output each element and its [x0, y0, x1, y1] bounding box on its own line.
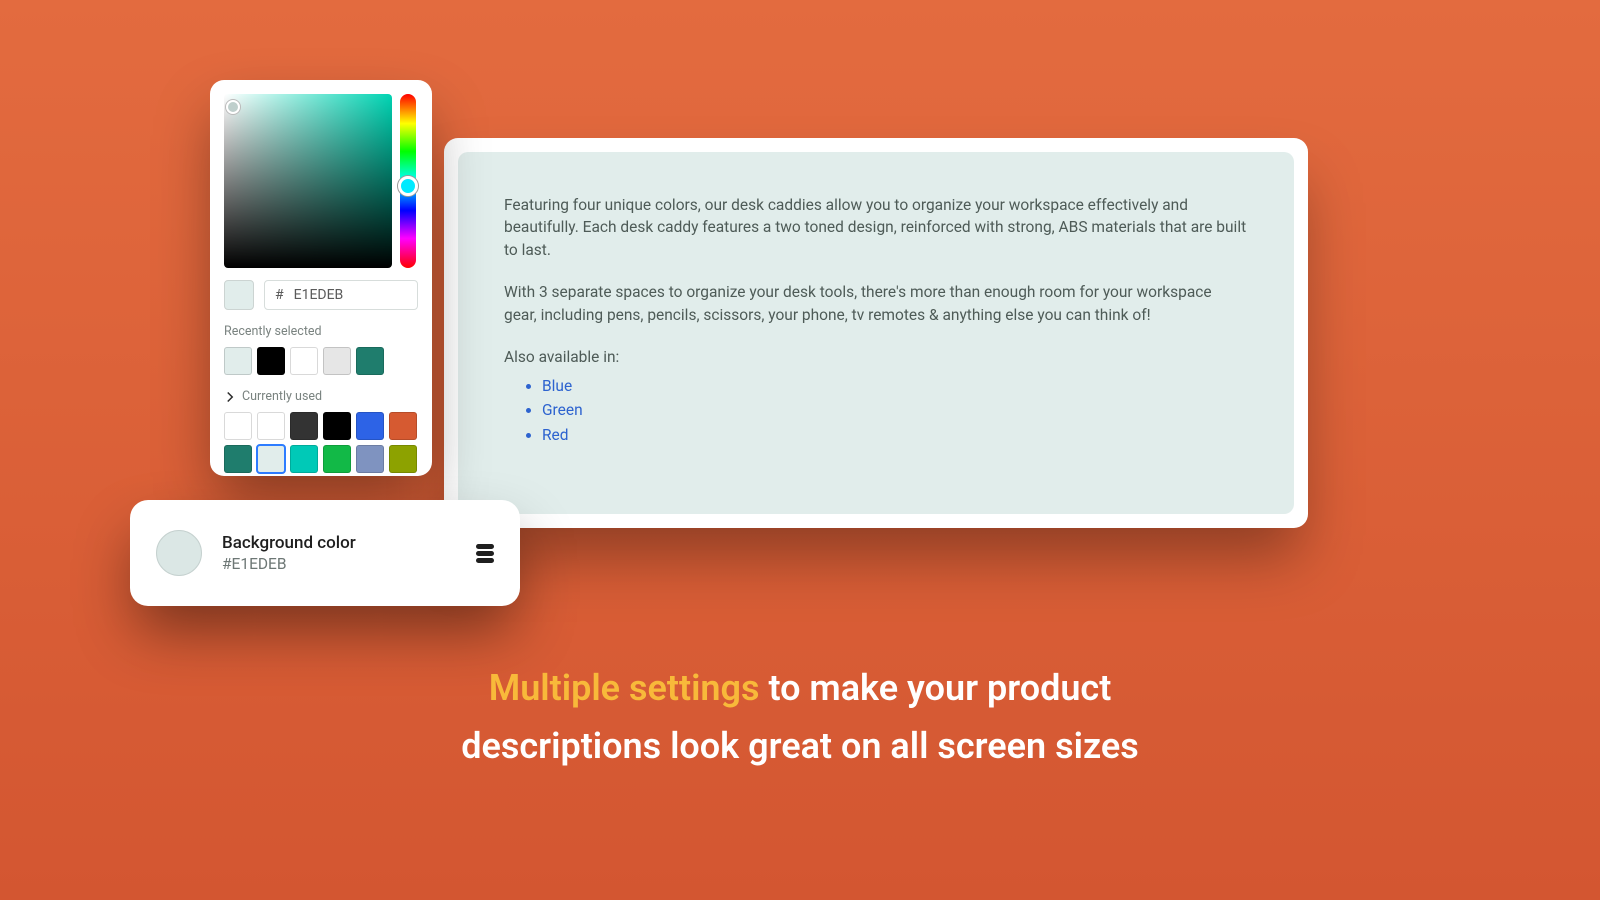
color-swatch[interactable] [389, 445, 417, 473]
currently-used-text: Currently used [242, 389, 322, 404]
color-swatch[interactable] [257, 412, 285, 440]
headline-line2: descriptions look great on all screen si… [0, 718, 1600, 776]
current-color-swatch [224, 280, 254, 310]
setting-title: Background color [222, 533, 456, 553]
also-available-label: Also available in: [504, 346, 1248, 368]
color-swatch[interactable] [257, 347, 285, 375]
color-swatch[interactable] [323, 445, 351, 473]
color-swatch[interactable] [224, 347, 252, 375]
sv-thumb-icon[interactable] [226, 100, 240, 114]
color-swatch[interactable] [323, 412, 351, 440]
saturation-value-canvas[interactable] [224, 94, 392, 268]
color-swatch[interactable] [323, 347, 351, 375]
color-swatch[interactable] [290, 412, 318, 440]
color-swatch[interactable] [389, 412, 417, 440]
paragraph: With 3 separate spaces to organize your … [504, 281, 1248, 326]
color-swatch[interactable] [290, 445, 318, 473]
recently-selected-label: Recently selected [224, 324, 418, 339]
background-color-setting[interactable]: Background color #E1EDEB [130, 500, 520, 606]
currently-used-label[interactable]: Currently used [224, 389, 418, 404]
color-swatch[interactable] [224, 412, 252, 440]
color-swatch[interactable] [356, 347, 384, 375]
paragraph: Featuring four unique colors, our desk c… [504, 194, 1248, 261]
color-swatch[interactable] [290, 347, 318, 375]
color-link[interactable]: Blue [542, 375, 1248, 397]
hue-slider[interactable] [400, 94, 416, 268]
color-swatch[interactable] [356, 412, 384, 440]
hex-input[interactable]: # E1EDEB [264, 280, 418, 310]
hex-prefix: # [275, 287, 284, 303]
marketing-headline: Multiple settings to make your product d… [0, 660, 1600, 775]
color-link[interactable]: Red [542, 424, 1248, 446]
color-link-list: BlueGreen Red [542, 375, 1248, 446]
headline-line1-rest: to make your product [760, 667, 1112, 709]
setting-value: #E1EDEB [222, 555, 456, 573]
color-swatch[interactable] [356, 445, 384, 473]
hue-thumb-icon[interactable] [398, 176, 418, 196]
product-description-body: Featuring four unique colors, our desk c… [458, 152, 1294, 514]
recently-selected-swatches [224, 347, 418, 375]
color-link[interactable]: Green [542, 399, 1248, 421]
database-icon[interactable] [476, 544, 494, 563]
headline-accent: Multiple settings [489, 667, 760, 709]
product-description-preview: Featuring four unique colors, our desk c… [444, 138, 1308, 528]
chevron-right-icon [224, 391, 236, 403]
hex-value: E1EDEB [294, 287, 344, 303]
currently-used-swatches [224, 412, 418, 476]
color-swatch[interactable] [257, 445, 285, 473]
color-preview-circle [156, 530, 202, 576]
color-swatch[interactable] [224, 445, 252, 473]
color-picker-panel: # E1EDEB Recently selected Currently use… [210, 80, 432, 476]
